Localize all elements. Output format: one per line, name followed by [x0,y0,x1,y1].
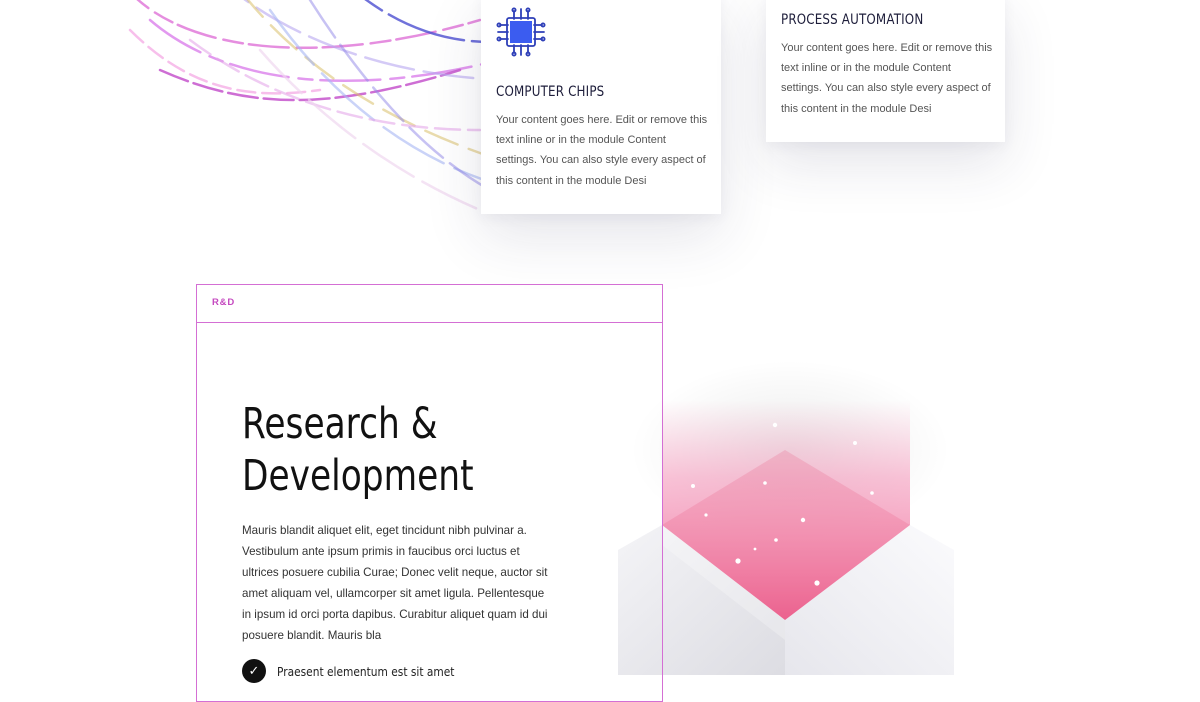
card-process-automation: PROCESS AUTOMATION Your content goes her… [766,0,1005,142]
section-title-line2: Development [242,451,474,501]
rd-tab[interactable]: R&D [196,284,663,323]
card-text: Your content goes here. Edit or remove t… [781,42,993,115]
decorative-swirl-lines [128,0,542,212]
cpu-chip-icon [496,7,546,57]
card-text: Your content goes here. Edit or remove t… [496,114,708,187]
card-title: PROCESS AUTOMATION [781,12,924,28]
section-title: Research & Development [242,398,474,502]
checkmark-icon: ✓ [242,659,266,683]
section-title-line1: Research & [242,399,438,449]
rd-tab-label: R&D [212,297,235,308]
card-title: COMPUTER CHIPS [496,84,605,100]
checklist-item-label: Praesent elementum est sit amet [277,663,455,679]
checklist-item: ✓ Praesent elementum est sit amet [242,659,486,683]
card-computer-chips: COMPUTER CHIPS Your content goes here. E… [481,0,721,214]
section-body-text: Mauris blandit aliquet elit, eget tincid… [242,524,548,642]
